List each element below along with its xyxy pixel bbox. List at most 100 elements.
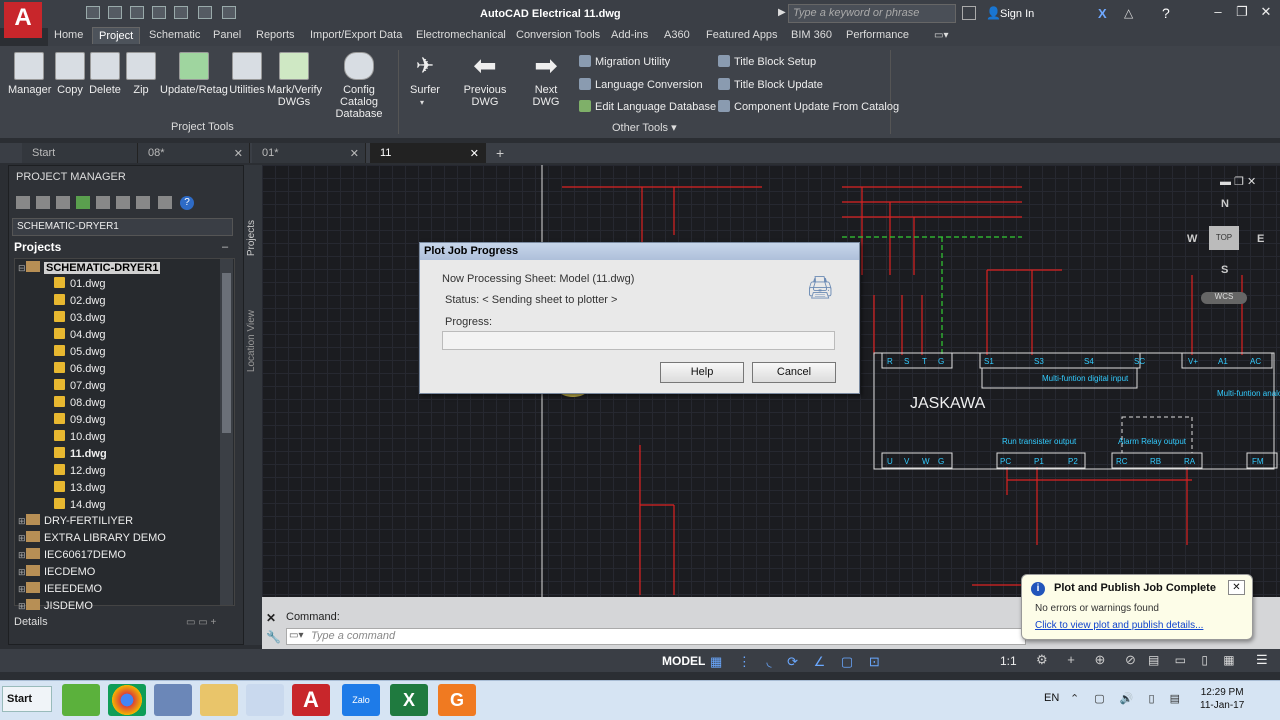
redo-icon[interactable]: [222, 6, 236, 19]
title-block-update-button[interactable]: Title Block Update: [718, 78, 823, 91]
command-prompt-icon[interactable]: ▭▾: [289, 630, 303, 641]
collapse-icon[interactable]: –: [222, 241, 228, 253]
new-project-icon[interactable]: [36, 196, 50, 209]
tab-schematic[interactable]: Schematic: [149, 29, 200, 41]
projects-header[interactable]: Projects: [14, 240, 234, 256]
status-toggles[interactable]: ▦ ⋮ ◟ ⟳ ∠ ▢ ⊡: [710, 654, 886, 670]
maximize-button[interactable]: ❐: [1232, 4, 1252, 22]
tab-add-ins[interactable]: Add-ins: [611, 29, 648, 41]
coccoc-icon[interactable]: [62, 684, 100, 716]
chevron-right-icon[interactable]: ▶: [778, 7, 786, 18]
doc-tab-start[interactable]: Start: [22, 143, 138, 163]
plot-details-link[interactable]: Click to view plot and publish details..…: [1035, 620, 1203, 631]
close-icon[interactable]: ✕: [470, 147, 479, 160]
tree-drawing-item[interactable]: 01.dwg: [54, 277, 105, 290]
save-icon[interactable]: [130, 6, 144, 19]
migration-utility-button[interactable]: Migration Utility: [579, 55, 670, 68]
copy-button[interactable]: Copy: [54, 52, 86, 96]
zip-button[interactable]: Zip: [126, 52, 156, 96]
scrollbar-thumb[interactable]: [222, 273, 231, 433]
tree-project-item[interactable]: ⊞ EXTRA LIBRARY DEMO: [18, 531, 166, 544]
system-tray-icons[interactable]: ⌃ ▢ 🔊 ▯ ▤: [1070, 692, 1186, 705]
save-as-icon[interactable]: [152, 6, 166, 19]
search-icon[interactable]: [962, 6, 976, 20]
autocad-logo-icon[interactable]: A: [4, 2, 42, 38]
mark-verify-dwgs-button[interactable]: Mark/Verify DWGs: [267, 52, 322, 108]
refresh-icon[interactable]: [76, 196, 90, 209]
publish-icon[interactable]: [136, 196, 150, 209]
viewcube[interactable]: N W E TOP S WCS: [1185, 198, 1265, 308]
tree-drawing-item[interactable]: 13.dwg: [54, 481, 105, 494]
title-block-setup-button[interactable]: Title Block Setup: [718, 55, 816, 68]
ribbon-options-icon[interactable]: ▭▾: [934, 30, 956, 42]
chrome-icon[interactable]: [108, 684, 146, 716]
exchange-icon[interactable]: X: [1098, 6, 1107, 21]
tab-bim-360[interactable]: BIM 360: [791, 29, 832, 41]
tree-drawing-item[interactable]: 03.dwg: [54, 311, 105, 324]
drawing-list-icon[interactable]: [116, 196, 130, 209]
new-icon[interactable]: [86, 6, 100, 19]
tree-drawing-item[interactable]: 09.dwg: [54, 413, 105, 426]
expand-icon[interactable]: ⊞: [18, 533, 26, 544]
input-language[interactable]: EN: [1044, 692, 1059, 704]
tree-project-item[interactable]: ⊞ JISDEMO: [18, 599, 93, 612]
expand-icon[interactable]: ⊞: [18, 550, 26, 561]
details-icons[interactable]: ▭ ▭ +: [186, 617, 216, 628]
foxit-pdf-icon[interactable]: G: [438, 684, 476, 716]
close-icon[interactable]: ✕: [350, 147, 359, 160]
help-button[interactable]: Help: [660, 362, 744, 383]
annotation-scale[interactable]: 1:1: [1000, 654, 1017, 668]
explorer-icon[interactable]: [246, 684, 284, 716]
model-space-button[interactable]: MODEL: [662, 654, 705, 668]
plot-icon[interactable]: [174, 6, 188, 19]
tree-drawing-item[interactable]: 12.dwg: [54, 464, 105, 477]
viewcube-west[interactable]: W: [1187, 233, 1197, 245]
tab-project[interactable]: Project: [92, 27, 141, 44]
language-conversion-button[interactable]: Language Conversion: [579, 78, 703, 91]
details-panel-header[interactable]: Details: [14, 616, 48, 628]
status-tray-icons[interactable]: ▤ ▭ ▯ ▦: [1148, 653, 1241, 667]
tree-drawing-item[interactable]: 14.dwg: [54, 498, 105, 511]
wrench-icon[interactable]: 🔧: [266, 630, 281, 644]
tab-panel[interactable]: Panel: [213, 29, 241, 41]
next-dwg-button[interactable]: ➡ Next DWG: [520, 52, 572, 109]
viewcube-south[interactable]: S: [1221, 264, 1228, 276]
folder-icon[interactable]: [200, 684, 238, 716]
doc-tab-08[interactable]: 08* ✕: [138, 143, 250, 163]
component-update-from-catalog-button[interactable]: Component Update From Catalog: [718, 100, 899, 113]
tab-reports[interactable]: Reports: [256, 29, 295, 41]
tree-project-item[interactable]: ⊞ DRY-FERTILIYER: [18, 514, 133, 527]
tree-drawing-item[interactable]: 07.dwg: [54, 379, 105, 392]
tree-drawing-item[interactable]: 08.dwg: [54, 396, 105, 409]
close-icon[interactable]: ✕: [266, 611, 276, 625]
help-icon[interactable]: ?: [1162, 5, 1170, 21]
tree-drawing-item[interactable]: 06.dwg: [54, 362, 105, 375]
edit-language-database-button[interactable]: Edit Language Database: [579, 100, 716, 113]
close-icon[interactable]: ✕: [234, 147, 243, 160]
side-tab-projects[interactable]: Projects: [246, 220, 257, 256]
new-drawing-icon[interactable]: [56, 196, 70, 209]
project-properties-icon[interactable]: [96, 196, 110, 209]
tree-drawing-item[interactable]: 10.dwg: [54, 430, 105, 443]
tree-scrollbar[interactable]: [220, 259, 233, 605]
expand-icon[interactable]: ⊞: [18, 584, 26, 595]
tab-featured-apps[interactable]: Featured Apps: [706, 29, 778, 41]
surfer-dropdown-icon[interactable]: ▾: [420, 98, 424, 107]
new-tab-icon[interactable]: +: [496, 145, 504, 161]
tree-drawing-item[interactable]: 11.dwg: [54, 447, 107, 460]
search-input[interactable]: Type a keyword or phrase: [788, 4, 956, 23]
a360-icon[interactable]: △: [1124, 6, 1133, 20]
close-button[interactable]: ✕: [1256, 4, 1276, 22]
manager-button[interactable]: Manager: [8, 52, 51, 96]
plot-icon[interactable]: [158, 196, 172, 209]
tab-home[interactable]: Home: [54, 29, 83, 41]
viewcube-north[interactable]: N: [1221, 198, 1229, 210]
tab-import-export-data[interactable]: Import/Export Data: [310, 29, 402, 41]
tab-electromechanical[interactable]: Electromechanical: [416, 29, 506, 41]
wcs-menu[interactable]: WCS: [1201, 292, 1247, 304]
help-icon[interactable]: ?: [180, 196, 194, 210]
expand-icon[interactable]: ⊞: [18, 601, 26, 612]
minimize-button[interactable]: –: [1208, 4, 1228, 22]
config-catalog-database-button[interactable]: Config Catalog Database: [324, 52, 394, 120]
doc-tab-11[interactable]: 11 ✕: [370, 143, 486, 163]
